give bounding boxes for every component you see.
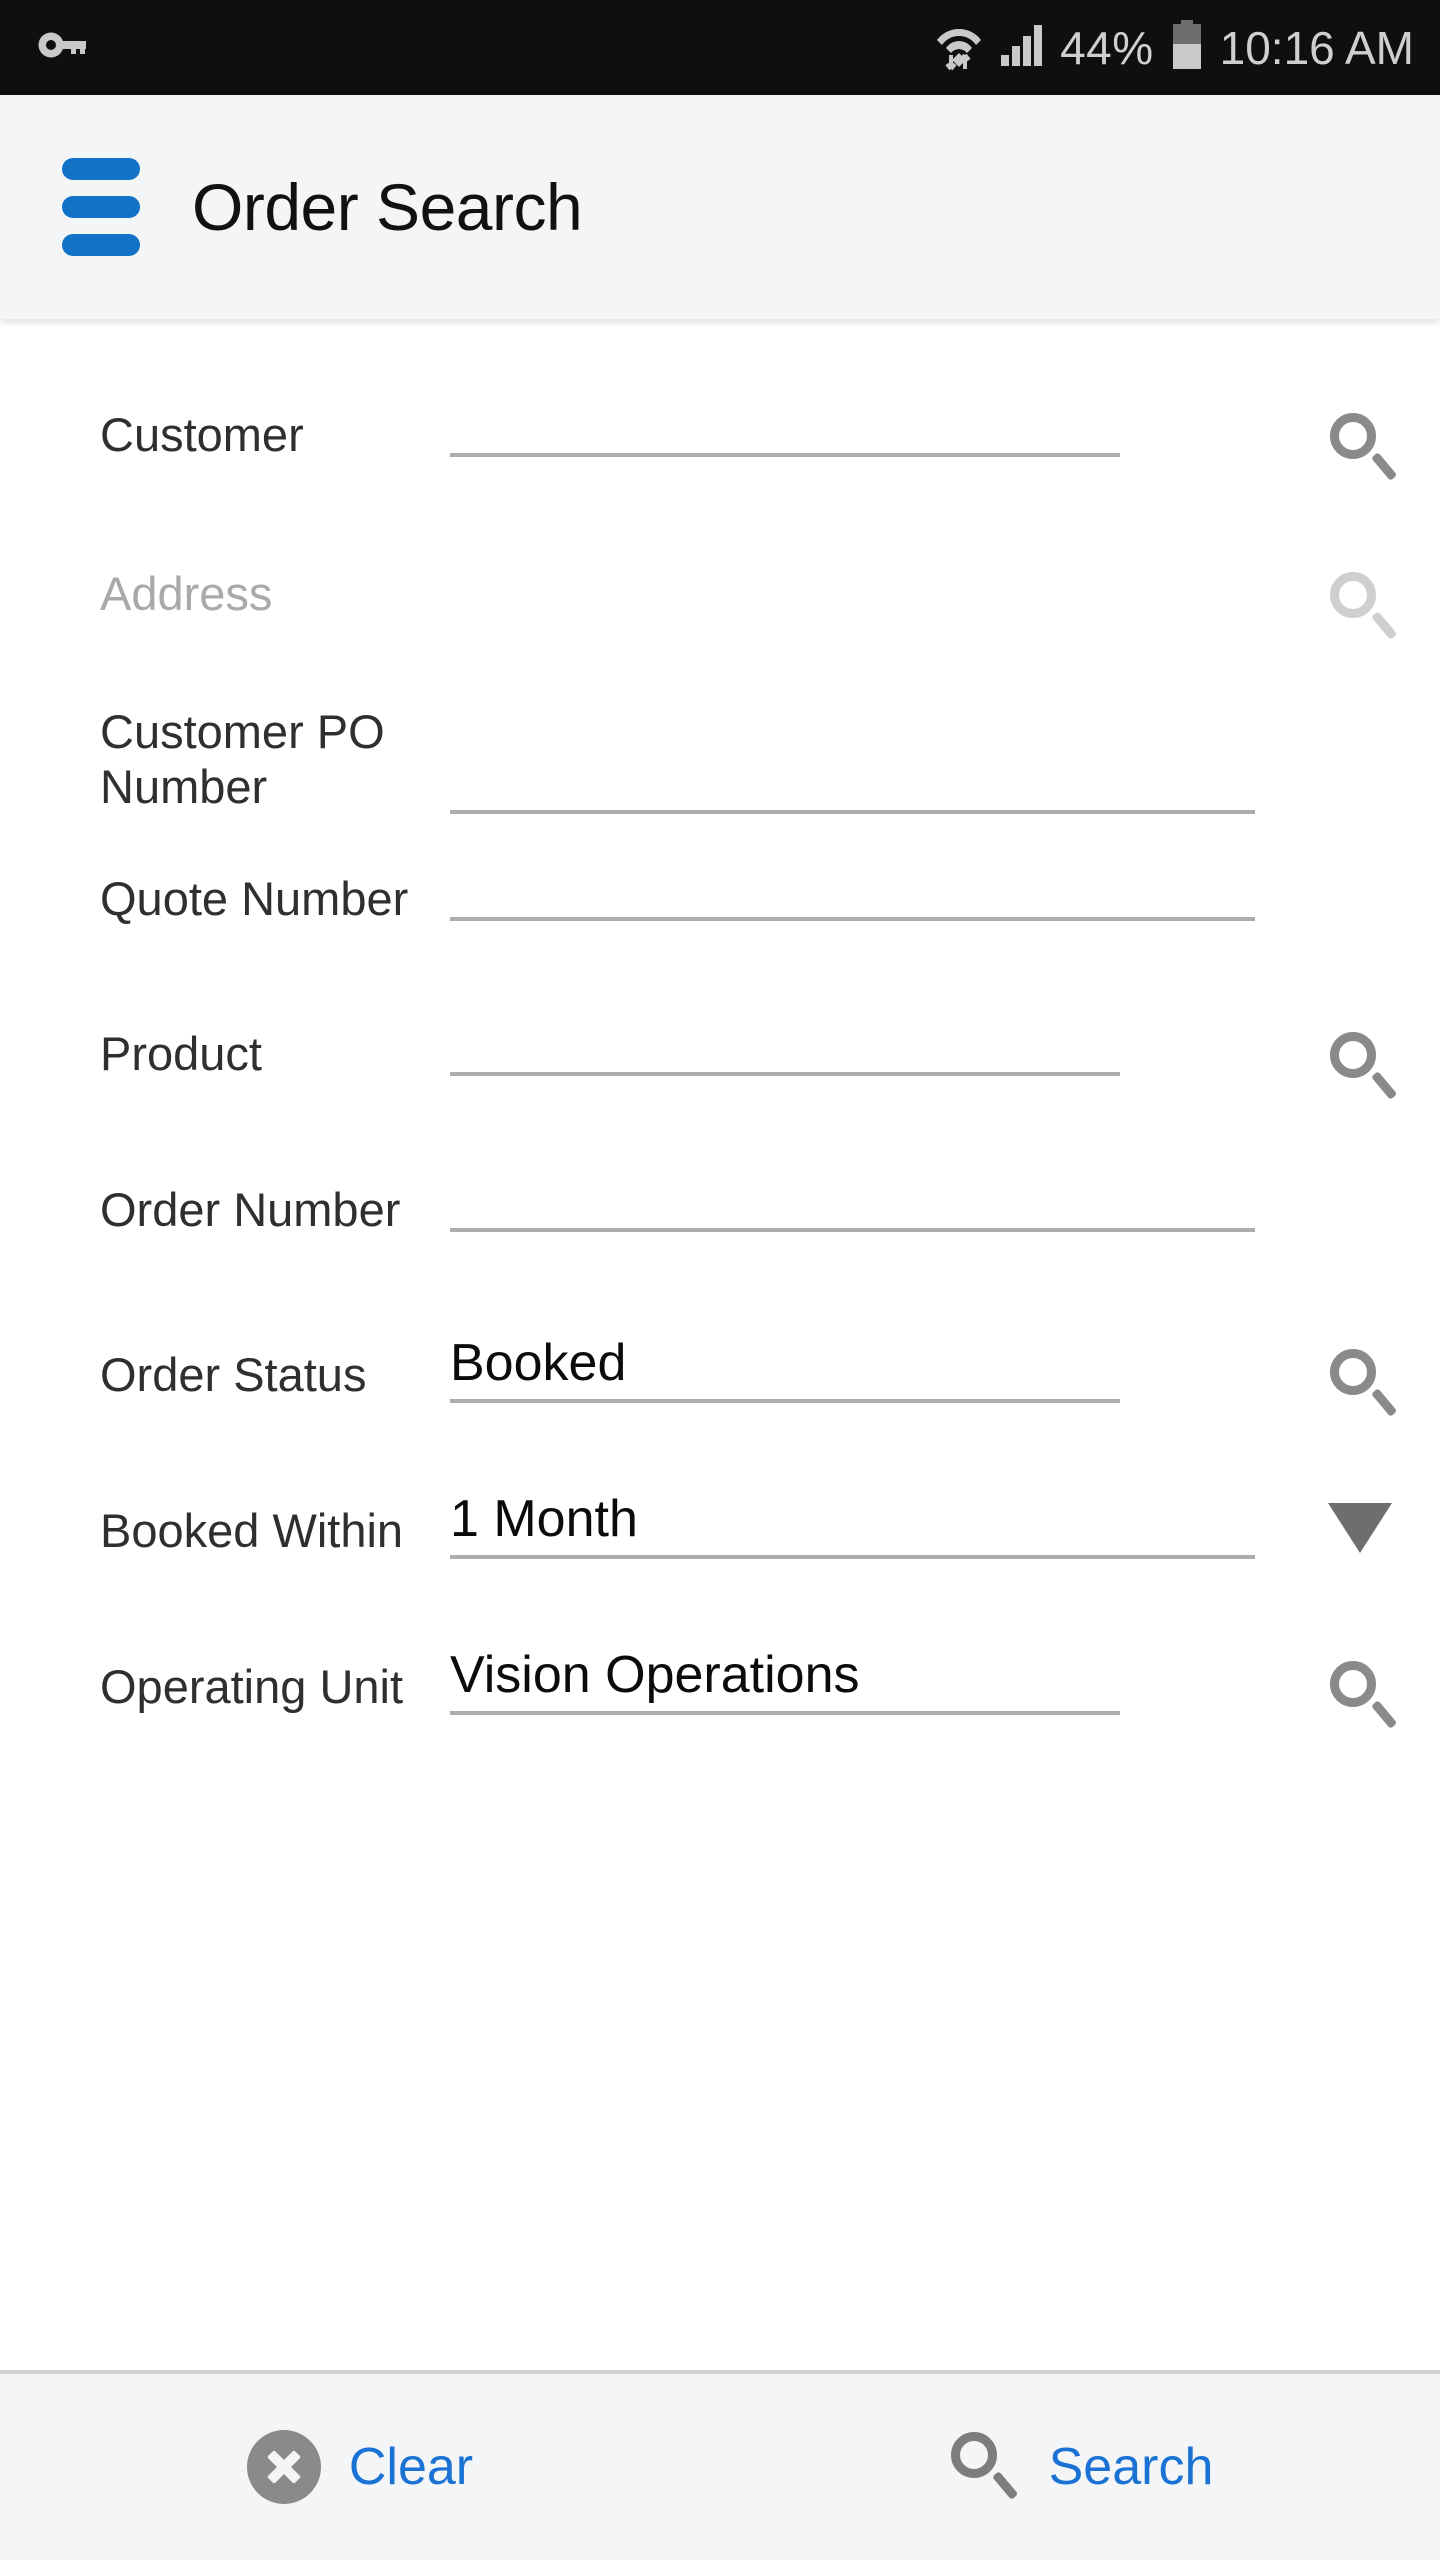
clear-button[interactable]: Clear bbox=[0, 2430, 720, 2504]
form-row-customer: Customer bbox=[0, 407, 1440, 481]
order-search-form: Customer Address Customer PO Number Quot… bbox=[0, 319, 1440, 2370]
clear-button-label: Clear bbox=[348, 2438, 474, 2496]
status-bar-left bbox=[38, 30, 90, 65]
close-circle-icon bbox=[246, 2430, 321, 2504]
hamburger-bar bbox=[62, 196, 140, 218]
key-icon bbox=[38, 30, 90, 65]
status-bar-right: 44% 10:16 AM bbox=[934, 19, 1414, 76]
booked-within-select[interactable]: 1 Month bbox=[450, 1493, 1255, 1560]
field-label-operating-unit: Operating Unit bbox=[100, 1660, 404, 1714]
field-label-customer: Customer bbox=[100, 408, 304, 461]
field-wrap-order-number bbox=[450, 1182, 1440, 1232]
form-row-customer-po-number: Customer PO Number bbox=[0, 704, 1440, 815]
operating-unit-input[interactable]: Vision Operations bbox=[450, 1649, 1120, 1716]
hamburger-bar bbox=[62, 234, 140, 256]
customer-input[interactable] bbox=[450, 407, 1120, 457]
form-row-product: Product bbox=[0, 1026, 1440, 1101]
field-wrap-booked-within: 1 Month bbox=[450, 1493, 1440, 1560]
bottom-action-bar: Clear Search bbox=[0, 2370, 1440, 2560]
field-wrap-operating-unit: Vision Operations bbox=[450, 1649, 1440, 1716]
product-search-icon[interactable] bbox=[1326, 1030, 1400, 1104]
customer-search-icon[interactable] bbox=[1326, 411, 1400, 485]
form-row-address: Address bbox=[0, 566, 1440, 641]
field-label-address: Address bbox=[100, 567, 273, 621]
field-wrap-product bbox=[450, 1026, 1440, 1077]
app-root: 44% 10:16 AM Order Search Customer Addre… bbox=[0, 0, 1440, 2560]
field-label-product: Product bbox=[100, 1027, 262, 1081]
field-label-order-number: Order Number bbox=[100, 1182, 401, 1236]
field-wrap-order-status: Booked bbox=[450, 1337, 1440, 1404]
order-number-input[interactable] bbox=[450, 1182, 1255, 1232]
operating-unit-search-icon[interactable] bbox=[1326, 1659, 1400, 1733]
address-search-icon bbox=[1326, 570, 1400, 644]
cellular-signal-icon bbox=[1000, 23, 1044, 72]
product-input[interactable] bbox=[450, 1026, 1120, 1077]
battery-icon bbox=[1170, 20, 1204, 75]
form-row-booked-within: Booked Within 1 Month bbox=[0, 1493, 1440, 1560]
search-icon bbox=[947, 2430, 1021, 2504]
field-label-order-status: Order Status bbox=[100, 1348, 367, 1402]
wifi-icon bbox=[934, 19, 984, 76]
order-status-input[interactable]: Booked bbox=[450, 1337, 1120, 1404]
quote-number-input[interactable] bbox=[450, 871, 1255, 921]
field-label-quote-number: Quote Number bbox=[100, 871, 409, 925]
page-title: Order Search bbox=[192, 170, 583, 244]
hamburger-menu-icon[interactable] bbox=[62, 158, 140, 256]
search-button[interactable]: Search bbox=[720, 2430, 1440, 2504]
form-row-quote-number: Quote Number bbox=[0, 871, 1440, 926]
address-input bbox=[450, 566, 1120, 616]
status-bar: 44% 10:16 AM bbox=[0, 0, 1440, 95]
field-wrap-address bbox=[450, 566, 1440, 616]
field-wrap-customer-po-number bbox=[450, 704, 1440, 814]
app-header: Order Search bbox=[0, 95, 1440, 319]
form-row-order-number: Order Number bbox=[0, 1182, 1440, 1237]
search-button-label: Search bbox=[1048, 2438, 1214, 2496]
order-status-search-icon[interactable] bbox=[1326, 1347, 1400, 1421]
form-row-operating-unit: Operating Unit Vision Operations bbox=[0, 1649, 1440, 1730]
hamburger-bar bbox=[62, 158, 140, 180]
form-row-order-status: Order Status Booked bbox=[0, 1337, 1440, 1418]
field-label-booked-within: Booked Within bbox=[100, 1504, 404, 1558]
customer-po-number-input[interactable] bbox=[450, 764, 1255, 814]
field-wrap-customer bbox=[450, 407, 1440, 457]
field-wrap-quote-number bbox=[450, 871, 1440, 921]
battery-percent-label: 44% bbox=[1060, 21, 1154, 74]
field-label-customer-po-number: Customer PO Number bbox=[100, 704, 385, 814]
clock-label: 10:16 AM bbox=[1219, 21, 1414, 74]
chevron-down-icon[interactable] bbox=[1328, 1503, 1392, 1554]
